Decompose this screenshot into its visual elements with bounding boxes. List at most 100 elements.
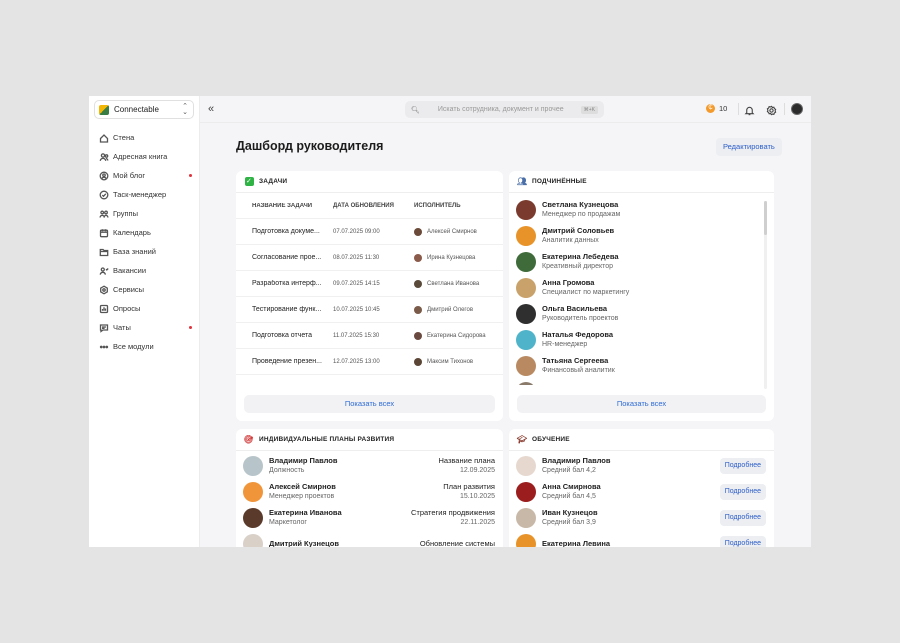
table-row[interactable]: Подготовка докуме... 07.07.2025 09:00 Алек… bbox=[236, 219, 503, 245]
chat-icon bbox=[99, 323, 109, 333]
list-item[interactable]: Ольга Васильева Руководитель проектов bbox=[509, 301, 774, 327]
avatar bbox=[516, 200, 536, 220]
list-item[interactable]: Татьяна Сергеева Финансовый аналитик bbox=[509, 353, 774, 379]
person-name: Анна Громова bbox=[542, 278, 595, 287]
column-name: НАЗВАНИЕ ЗАДАЧИ bbox=[252, 202, 313, 209]
sidebar-item[interactable]: Стена bbox=[89, 128, 200, 147]
sidebar-item-label: Опросы bbox=[113, 304, 141, 313]
sidebar-item[interactable]: Календарь bbox=[89, 223, 200, 242]
avatar bbox=[516, 356, 536, 376]
avatar bbox=[414, 279, 422, 288]
subordinates-show-all-button[interactable]: Показать всех bbox=[517, 395, 766, 413]
sidebar-item[interactable]: Все модули bbox=[89, 337, 200, 356]
person-name: Владимир Павлов bbox=[542, 456, 611, 465]
task-assignee: Дмитрий Олегов bbox=[427, 306, 474, 313]
task-assignee: Ирина Кузнецова bbox=[427, 254, 476, 261]
tasks-table-body: Подготовка докуме... 07.07.2025 09:00 Алек… bbox=[236, 219, 503, 375]
coins-balance[interactable]: ₵ 10 bbox=[706, 104, 727, 113]
table-row[interactable]: Согласование прое... 08.07.2025 11:30 Ирин… bbox=[236, 245, 503, 271]
check-circle-icon bbox=[99, 190, 109, 200]
person-name: Алексей Смирнов bbox=[269, 482, 336, 491]
person-name: Дмитрий Кузнецов bbox=[269, 539, 339, 547]
search-input[interactable]: 🔍︎ Искать сотрудника, документ и прочее … bbox=[405, 101, 604, 118]
sidebar-item[interactable]: База знаний bbox=[89, 242, 200, 261]
details-button[interactable]: Подробнее bbox=[719, 484, 766, 500]
list-item[interactable]: Дмитрий Соловьев Аналитик данных bbox=[509, 223, 774, 249]
sidebar-item[interactable]: Сервисы bbox=[89, 280, 200, 299]
coin-icon: ₵ bbox=[706, 104, 715, 113]
hexagon-icon bbox=[99, 284, 109, 295]
details-button[interactable]: Подробнее bbox=[719, 510, 766, 526]
app-window: Connectable ⌃ ⌄ Стена Адресная книга Мой бл… bbox=[89, 96, 811, 547]
list-item[interactable]: Алексей Смирнов Менеджер проектов План раз… bbox=[236, 479, 503, 505]
avatar bbox=[516, 252, 536, 272]
task-assignee: Светлана Иванова bbox=[427, 280, 480, 287]
sidebar-nav: Стена Адресная книга Мой блог Таск-менеджер… bbox=[89, 128, 200, 356]
avatar bbox=[516, 278, 536, 298]
scrollbar-thumb[interactable] bbox=[764, 201, 767, 235]
avatar bbox=[243, 456, 263, 476]
person-name: Анна Смирнова bbox=[542, 482, 601, 491]
bell-icon[interactable] bbox=[744, 103, 756, 116]
list-item: Иван Кузнецов Средний бал 3,9 Подробнее bbox=[509, 505, 774, 531]
details-button[interactable]: Подробнее bbox=[719, 536, 766, 547]
person-name: Иван Кузнецов bbox=[542, 508, 598, 517]
sidebar-item-label: Чаты bbox=[113, 323, 131, 332]
list-item[interactable]: Наталья Федорова HR-менеджер bbox=[509, 327, 774, 353]
gear-icon[interactable] bbox=[766, 103, 778, 116]
list-item[interactable]: Владимир Павлов Должность Название плана 12… bbox=[236, 453, 503, 479]
task-name: Тестирование функ... bbox=[252, 306, 322, 313]
task-name: Согласование прое... bbox=[252, 254, 322, 261]
avatar bbox=[243, 534, 263, 547]
sidebar-item[interactable]: Опросы bbox=[89, 299, 200, 318]
avatar bbox=[516, 382, 536, 385]
person-name: Екатерина Иванова bbox=[269, 508, 342, 517]
list-item[interactable]: Екатерина Иванова Маркетолог Стратегия про… bbox=[236, 505, 503, 531]
contacts-icon bbox=[99, 152, 109, 162]
list-item[interactable]: Дмитрий Кузнецов Обновление системы bbox=[236, 531, 503, 547]
collapse-sidebar-icon[interactable]: « bbox=[208, 102, 220, 116]
sidebar-item-label: Группы bbox=[113, 209, 138, 218]
task-name: Подготовка докуме... bbox=[252, 228, 320, 235]
table-row[interactable]: Подготовка отчета 11.07.2025 15:30 Екатери… bbox=[236, 323, 503, 349]
task-assignee: Екатерина Сидорова bbox=[427, 332, 486, 339]
training-card: 🎓︎ ОБУЧЕНИЕ Владимир Павлов Средний бал 4… bbox=[509, 429, 774, 547]
avatar bbox=[516, 330, 536, 350]
sidebar-item[interactable]: Чаты bbox=[89, 318, 200, 337]
page-title: Дашборд руководителя bbox=[236, 139, 384, 153]
task-date: 12.07.2025 13:00 bbox=[333, 358, 380, 365]
training-score: Средний бал 4,5 bbox=[542, 493, 596, 500]
subordinates-card: 👥︎ ПОДЧИНЁННЫЕ Светлана Кузнецова Менедже… bbox=[509, 171, 774, 421]
org-switcher[interactable]: Connectable ⌃ ⌄ bbox=[94, 100, 194, 119]
tasks-title: ЗАДАЧИ bbox=[259, 178, 288, 185]
person-role: HR-менеджер bbox=[542, 341, 588, 348]
sidebar-item[interactable]: Адресная книга bbox=[89, 147, 200, 166]
target-icon: 🎯︎ bbox=[243, 435, 255, 444]
avatar bbox=[516, 304, 536, 324]
sidebar-item-label: Мой блог bbox=[113, 171, 146, 180]
list-item[interactable]: Иван Никитин bbox=[509, 379, 774, 385]
user-avatar[interactable] bbox=[791, 103, 803, 115]
scrollbar[interactable] bbox=[764, 201, 767, 389]
tasks-show-all-button[interactable]: Показать всех bbox=[244, 395, 495, 413]
plan-title: План развития bbox=[443, 482, 495, 491]
avatar bbox=[414, 227, 422, 236]
folder-icon bbox=[99, 247, 109, 257]
sidebar-item[interactable]: Мой блог bbox=[89, 166, 200, 185]
list-item[interactable]: Анна Громова Специалист по маркетингу bbox=[509, 275, 774, 301]
sidebar-item[interactable]: Группы bbox=[89, 204, 200, 223]
sidebar-item[interactable]: Таск-менеджер bbox=[89, 185, 200, 204]
table-row[interactable]: Тестирование функ... 10.07.2025 10:45 Дмит… bbox=[236, 297, 503, 323]
table-row[interactable]: Проведение презен... 12.07.2025 13:00 Макс… bbox=[236, 349, 503, 375]
table-row[interactable]: Разработка интерф... 09.07.2025 14:15 Свет… bbox=[236, 271, 503, 297]
avatar bbox=[243, 508, 263, 528]
list-item[interactable]: Светлана Кузнецова Менеджер по продажам bbox=[509, 197, 774, 223]
sidebar-item-label: Таск-менеджер bbox=[113, 190, 167, 199]
task-name: Подготовка отчета bbox=[252, 332, 313, 339]
sidebar-item-label: Сервисы bbox=[113, 285, 145, 294]
edit-button[interactable]: Редактировать bbox=[716, 138, 782, 156]
sidebar-item[interactable]: Вакансии bbox=[89, 261, 200, 280]
details-button[interactable]: Подробнее bbox=[719, 458, 766, 474]
plan-title: Стратегия продвижения bbox=[411, 508, 495, 517]
list-item[interactable]: Екатерина Лебедева Креативный директор bbox=[509, 249, 774, 275]
